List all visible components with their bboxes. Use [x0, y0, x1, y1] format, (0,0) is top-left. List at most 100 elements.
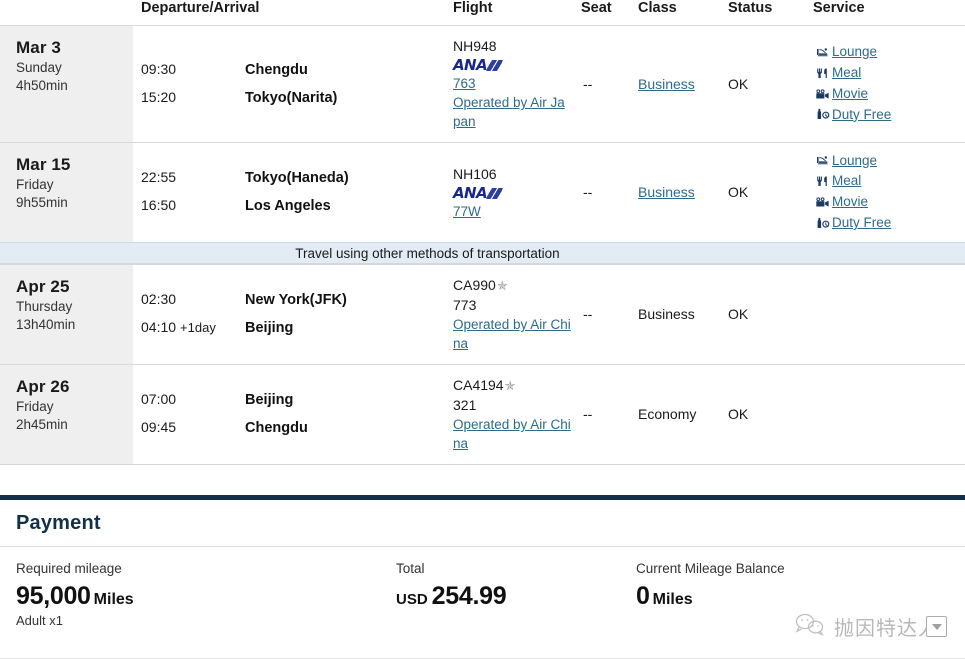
other-transport-banner: Travel using other methods of transporta…	[0, 241, 965, 264]
header-flight: Flight	[453, 0, 581, 26]
arrive-time: 16:50	[141, 197, 177, 214]
depart-line: 02:30 New York(JFK)	[141, 286, 453, 314]
required-mileage-number: 95,000	[16, 581, 91, 610]
leg-date: Apr 25	[16, 276, 70, 296]
table-header-row: Departure/Arrival Flight Seat Class Stat…	[0, 0, 965, 26]
itinerary-table: Departure/Arrival Flight Seat Class Stat…	[0, 0, 965, 465]
arrival-day-offset: +1day	[180, 320, 216, 336]
payment-title: Payment	[0, 500, 965, 547]
depart-time: 02:30	[141, 290, 177, 307]
lounge-icon	[813, 154, 832, 167]
operated-by-link[interactable]: Operated by Air Japan	[453, 93, 571, 131]
movie-icon	[813, 196, 832, 209]
header-seat: Seat	[581, 0, 638, 26]
arrive-time: 15:20	[141, 88, 177, 105]
flight-number: NH948	[453, 38, 497, 54]
service-link[interactable]: Movie	[832, 84, 868, 105]
payment-section: Payment Required mileage 95,000 Miles Adu…	[0, 494, 965, 629]
service-link[interactable]: Lounge	[832, 151, 877, 172]
flight-cell: CA990✯ 773 Operated by Air China	[453, 263, 581, 365]
depart-city: Tokyo(Haneda)	[245, 169, 349, 186]
movie-icon	[813, 88, 832, 101]
depart-time: 07:00	[141, 390, 177, 407]
seat-value: --	[581, 363, 638, 464]
arrive-line: 16:50 Los Angeles	[141, 192, 453, 220]
flight-leg-row: Apr 25 Thursday 13h40min 02:30 New York(JFK)…	[0, 263, 965, 365]
service-item[interactable]: Duty Free	[813, 105, 965, 126]
leg-date-cell: Mar 3 Sunday 4h50min	[0, 25, 133, 143]
service-link[interactable]: Meal	[832, 63, 861, 84]
leg-date-cell: Apr 25 Thursday 13h40min	[0, 263, 133, 365]
total-value: USD 254.99	[396, 581, 636, 612]
duty-free-icon	[813, 108, 832, 121]
status-value: OK	[728, 263, 813, 365]
header-status: Status	[728, 0, 813, 26]
required-mileage-value: 95,000 Miles	[16, 581, 396, 612]
ana-logo-icon: ANA	[453, 57, 503, 73]
arrive-line: 15:20 Tokyo(Narita)	[141, 84, 453, 112]
passenger-note: Adult x1	[16, 613, 63, 628]
total-amount: 254.99	[431, 581, 507, 610]
service-item[interactable]: Lounge	[813, 151, 965, 172]
aircraft-type: 773	[453, 296, 477, 313]
depart-time: 22:55	[141, 168, 177, 185]
leg-weekday: Sunday	[16, 60, 62, 76]
operated-by-link[interactable]: Operated by Air China	[453, 415, 571, 453]
mileage-balance-value: 0 Miles	[636, 581, 896, 612]
mileage-balance-number: 0	[636, 581, 650, 610]
leg-duration: 4h50min	[16, 78, 68, 94]
seat-value: --	[581, 263, 638, 365]
total-block: Total USD 254.99	[396, 559, 636, 629]
header-departure-arrival: Departure/Arrival	[133, 0, 453, 26]
header-class: Class	[638, 0, 728, 26]
arrive-city: Los Angeles	[245, 198, 331, 215]
flight-leg-row: Apr 26 Friday 2h45min 07:00 Beijing 09:45 Chen…	[0, 363, 965, 464]
header-spacer	[0, 0, 133, 26]
service-item[interactable]: Lounge	[813, 42, 965, 63]
class-cell: Business	[638, 263, 728, 365]
ana-logo-icon: ANA	[453, 185, 503, 201]
leg-weekday: Thursday	[16, 299, 73, 315]
departure-arrival-cell: 07:00 Beijing 09:45 Chengdu	[133, 363, 453, 464]
required-mileage-block: Required mileage 95,000 Miles Adult x1	[16, 559, 396, 629]
header-service: Service	[813, 0, 965, 26]
aircraft-type[interactable]: 763	[453, 74, 571, 93]
seat-value: --	[581, 141, 638, 242]
flight-number: CA4194✯	[453, 376, 516, 393]
leg-date-cell: Mar 15 Friday 9h55min	[0, 141, 133, 242]
flight-number: CA990✯	[453, 276, 508, 293]
service-link[interactable]: Lounge	[832, 42, 877, 63]
departure-arrival-cell: 09:30 Chengdu 15:20 Tokyo(Narita)	[133, 25, 453, 143]
flight-cell: NH106 ANA 77W	[453, 141, 581, 242]
operated-by-link[interactable]: Operated by Air China	[453, 315, 571, 353]
service-item[interactable]: Meal	[813, 63, 965, 84]
aircraft-type: 321	[453, 396, 477, 413]
depart-city: New York(JFK)	[245, 291, 347, 308]
leg-date: Mar 15	[16, 154, 71, 174]
service-link[interactable]: Duty Free	[832, 213, 891, 234]
leg-date-cell: Apr 26 Friday 2h45min	[0, 363, 133, 464]
class-cell: Business	[638, 25, 728, 143]
leg-duration: 9h55min	[16, 194, 68, 210]
class-link[interactable]: Business	[638, 184, 695, 200]
flight-cell: NH948 ANA 763 Operated by Air Japan	[453, 25, 581, 143]
departure-arrival-cell: 02:30 New York(JFK) 04:10 +1day Beijing	[133, 263, 453, 365]
status-value: OK	[728, 25, 813, 143]
service-link[interactable]: Movie	[832, 192, 868, 213]
meal-icon	[813, 67, 832, 80]
depart-city: Chengdu	[245, 61, 308, 78]
service-link[interactable]: Duty Free	[832, 105, 891, 126]
flight-cell: CA4194✯ 321 Operated by Air China	[453, 363, 581, 464]
service-item[interactable]: Duty Free	[813, 213, 965, 234]
aircraft-type[interactable]: 77W	[453, 202, 571, 221]
service-link[interactable]: Meal	[832, 171, 861, 192]
service-item[interactable]: Meal	[813, 171, 965, 192]
class-cell: Economy	[638, 363, 728, 464]
class-link[interactable]: Business	[638, 76, 695, 92]
service-cell: Lounge Meal Movie Duty Free	[813, 141, 965, 242]
leg-duration: 13h40min	[16, 316, 76, 332]
service-item[interactable]: Movie	[813, 192, 965, 213]
service-item[interactable]: Movie	[813, 84, 965, 105]
depart-time: 09:30	[141, 60, 177, 77]
lounge-icon	[813, 46, 832, 59]
